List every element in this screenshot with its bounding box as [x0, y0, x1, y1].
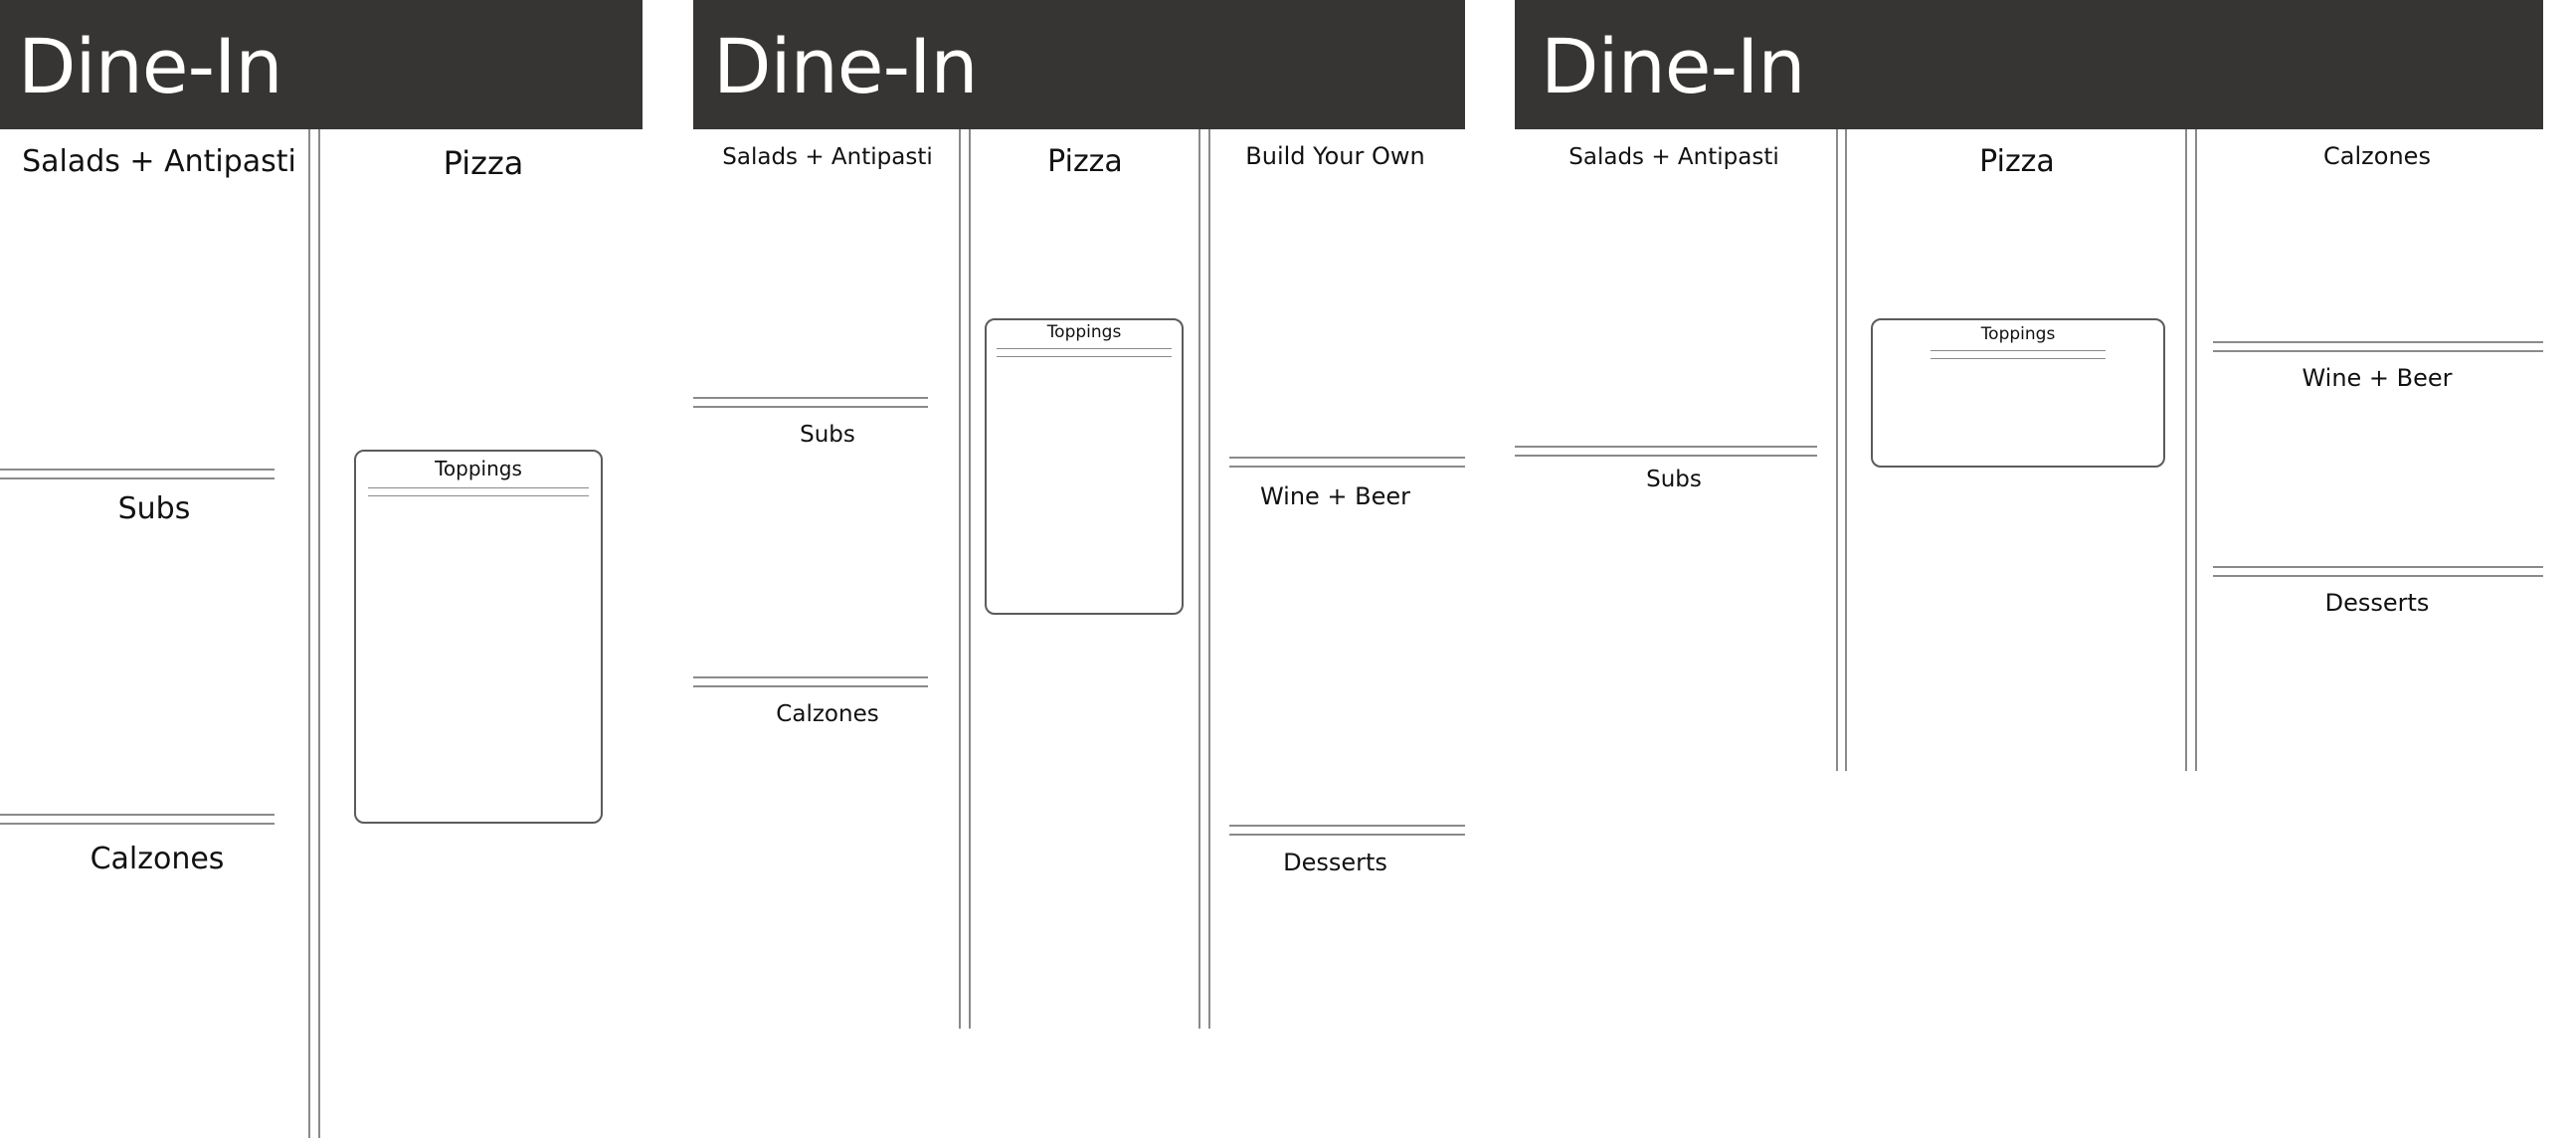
section-heading-subs: Subs: [117, 491, 191, 526]
column-divider: [959, 129, 961, 1029]
section-divider: [0, 469, 275, 471]
section-heading-wine-beer: Wine + Beer: [1259, 482, 1411, 510]
column-divider: [1845, 129, 1847, 771]
column-divider: [1208, 129, 1210, 1029]
section-divider: [0, 477, 275, 479]
section-heading-pizza: Pizza: [1979, 144, 2055, 179]
toppings-title: Toppings: [1046, 322, 1122, 342]
section-divider: [2213, 350, 2543, 352]
toppings-box: Toppings: [985, 318, 1184, 615]
header-bar: Dine-In: [0, 0, 643, 129]
section-heading-salads: Salads + Antipasti: [1568, 144, 1779, 170]
section-heading-build-your-own: Build Your Own: [1245, 142, 1425, 170]
section-heading-salads: Salads + Antipasti: [722, 144, 933, 170]
section-heading-salads: Salads + Antipasti: [22, 144, 296, 179]
section-divider: [1515, 446, 1817, 448]
section-heading-pizza: Pizza: [1047, 144, 1123, 179]
section-heading-wine-beer: Wine + Beer: [2301, 364, 2453, 392]
toppings-box: Toppings: [1871, 318, 2165, 468]
column-divider: [2195, 129, 2197, 771]
section-heading-desserts: Desserts: [2324, 589, 2430, 617]
toppings-box: Toppings: [354, 450, 603, 824]
section-heading-calzones: Calzones: [776, 701, 879, 727]
header-title: Dine-In: [18, 22, 283, 110]
section-divider: [1229, 457, 1465, 459]
section-divider: [0, 823, 275, 825]
section-divider: [693, 406, 928, 408]
header-bar: Dine-In: [1515, 0, 2543, 129]
toppings-title: Toppings: [435, 457, 522, 480]
section-divider: [0, 814, 275, 816]
section-heading-calzones: Calzones: [90, 842, 225, 876]
section-divider: [2213, 566, 2543, 568]
column-divider: [308, 129, 310, 1138]
header-title: Dine-In: [1541, 22, 1806, 110]
section-divider: [693, 676, 928, 678]
section-divider: [693, 685, 928, 687]
toppings-divider: [1931, 358, 2106, 359]
toppings-divider: [368, 495, 589, 496]
toppings-divider: [1931, 350, 2106, 351]
section-divider: [2213, 575, 2543, 577]
section-heading-subs: Subs: [1646, 467, 1702, 492]
header-title: Dine-In: [713, 22, 979, 110]
section-divider: [1229, 834, 1465, 836]
section-heading-pizza: Pizza: [443, 144, 524, 182]
section-divider: [1229, 466, 1465, 468]
section-heading-calzones: Calzones: [2323, 142, 2431, 170]
section-divider: [2213, 341, 2543, 343]
section-divider: [1229, 825, 1465, 827]
header-bar: Dine-In: [693, 0, 1465, 129]
toppings-divider: [997, 356, 1172, 357]
column-divider: [2185, 129, 2187, 771]
section-divider: [1515, 455, 1817, 457]
column-divider: [1198, 129, 1200, 1029]
column-divider: [969, 129, 971, 1029]
section-divider: [693, 397, 928, 399]
toppings-title: Toppings: [1980, 324, 2056, 344]
section-heading-desserts: Desserts: [1283, 849, 1387, 876]
column-divider: [318, 129, 320, 1138]
toppings-divider: [997, 348, 1172, 349]
column-divider: [1836, 129, 1838, 771]
section-heading-subs: Subs: [800, 422, 855, 448]
toppings-divider: [368, 487, 589, 488]
